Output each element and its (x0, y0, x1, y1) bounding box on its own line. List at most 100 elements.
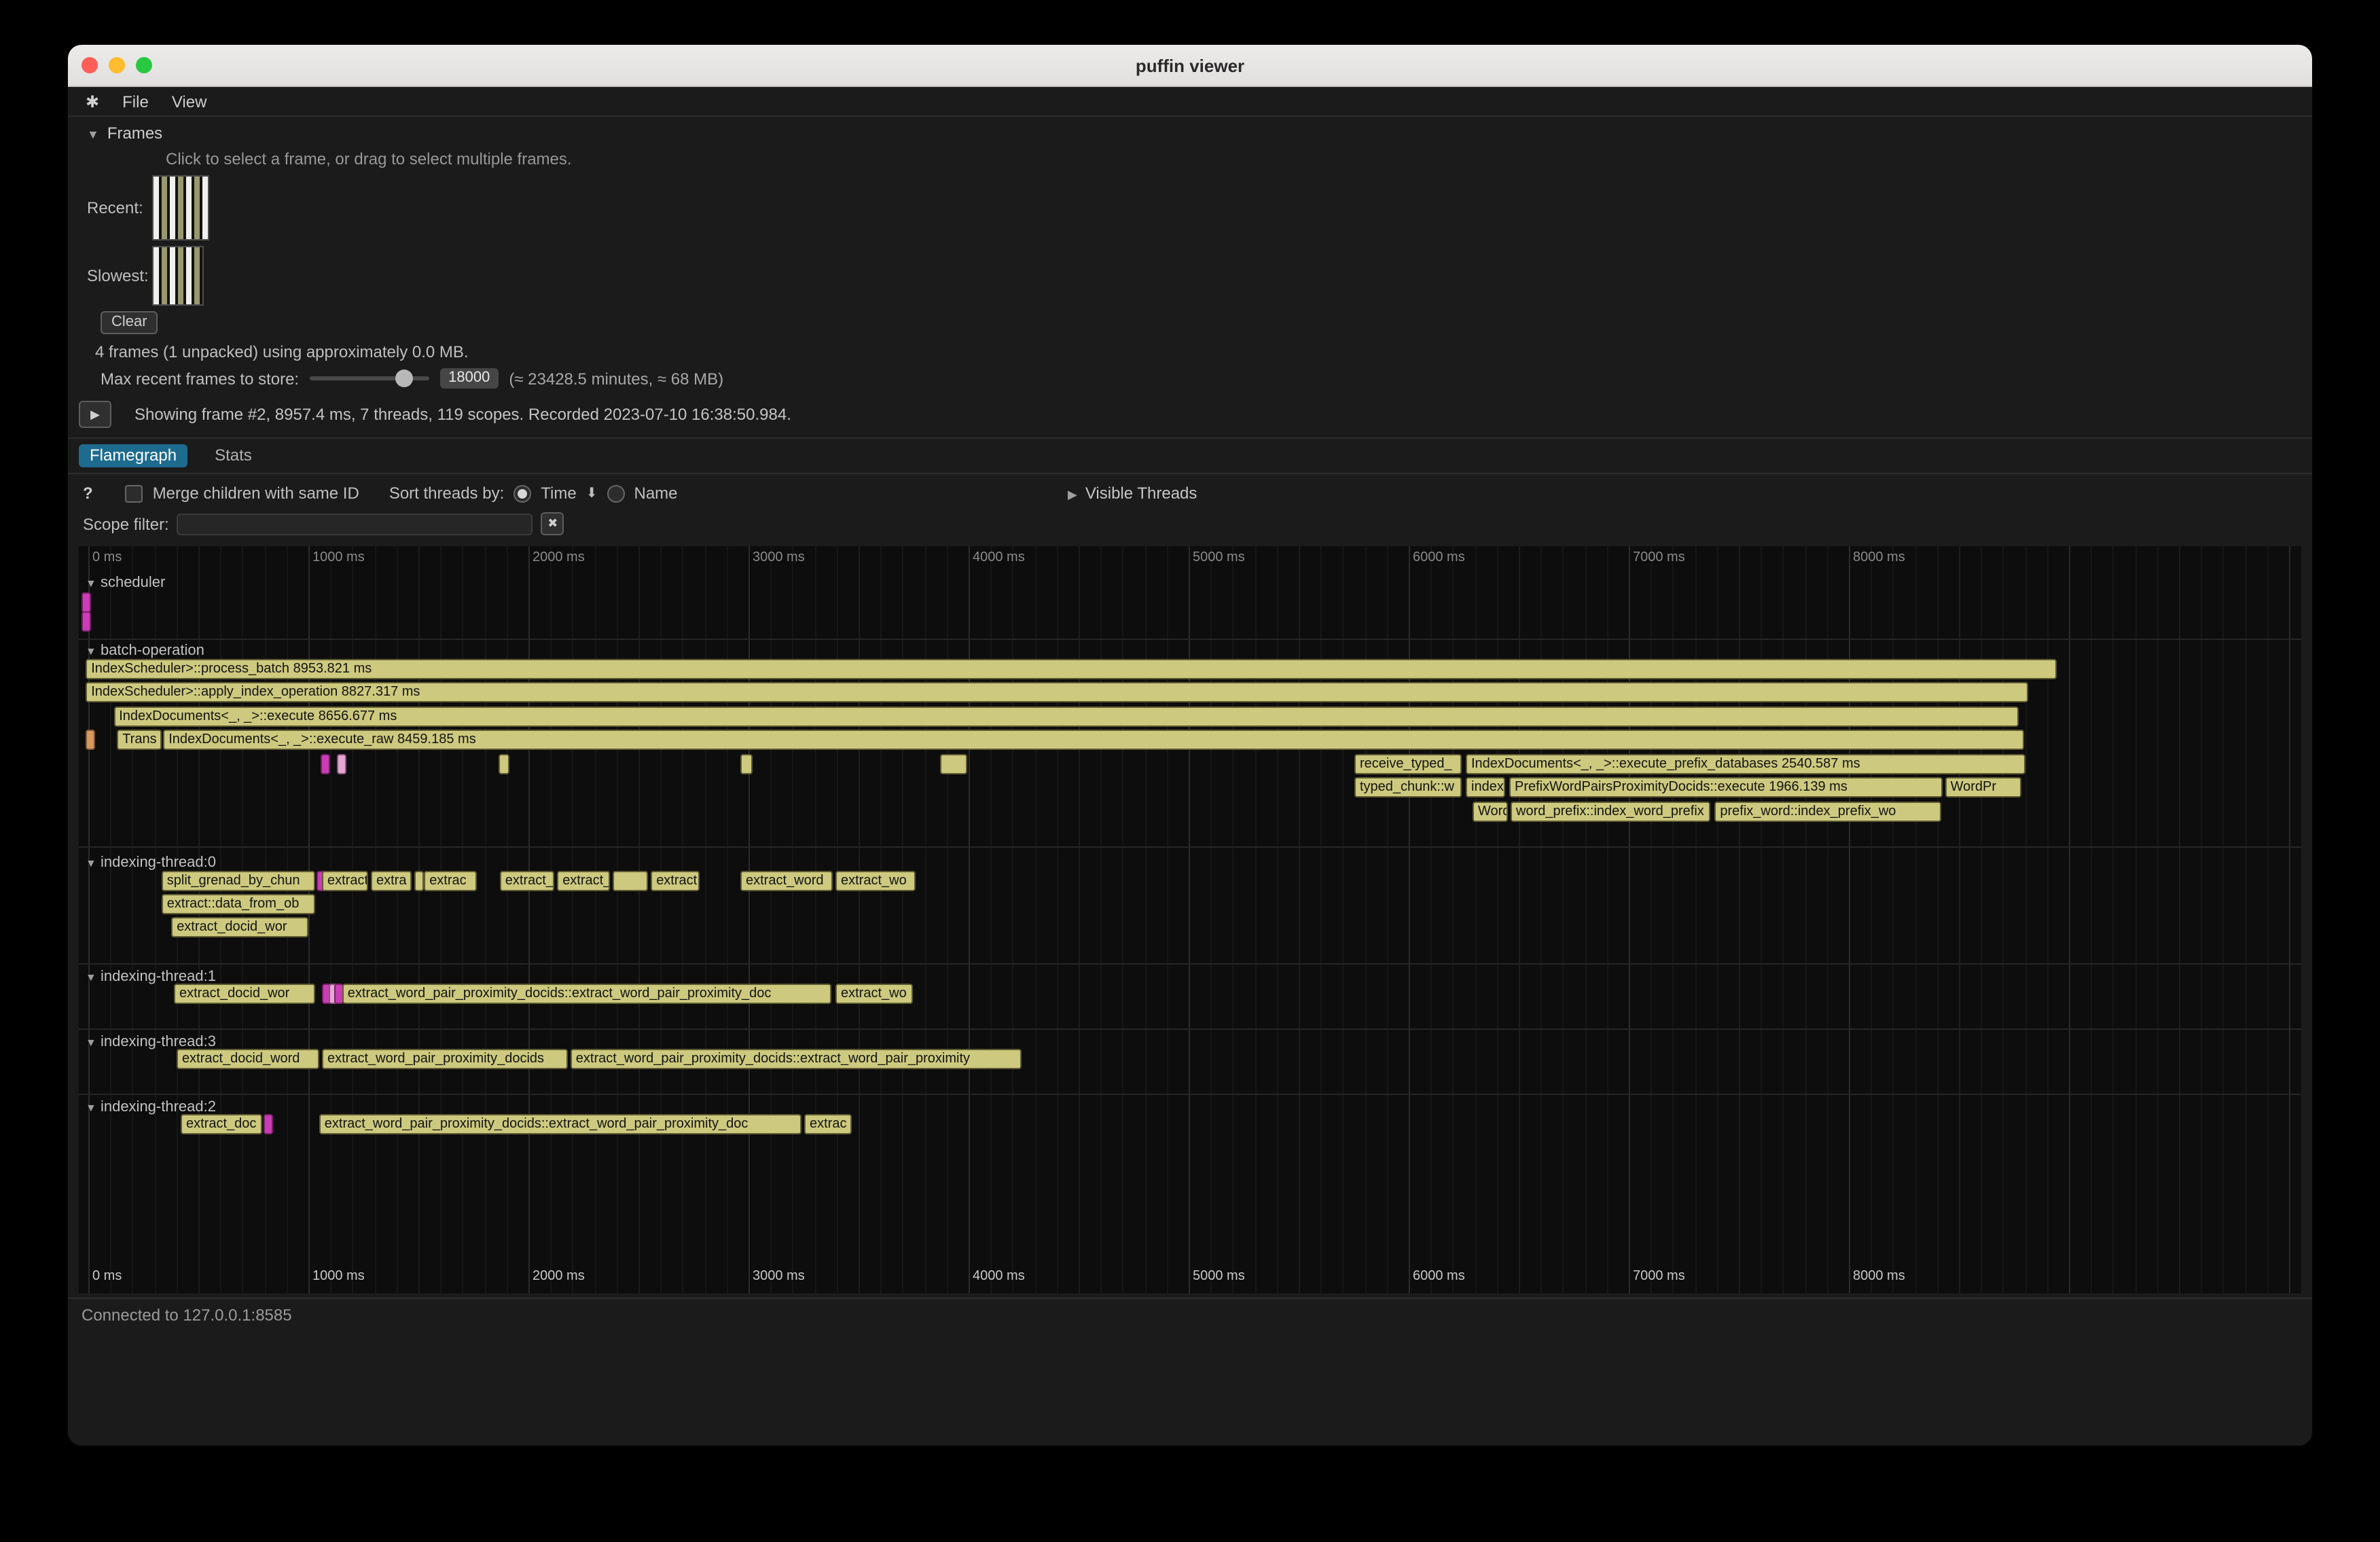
scope-bar[interactable]: Trans (117, 730, 162, 750)
gridline (704, 546, 706, 1293)
scope-bar[interactable]: IndexScheduler>::process_batch 8953.821 … (86, 659, 2056, 679)
gridline (859, 546, 860, 1293)
scope-bar[interactable] (613, 871, 648, 891)
frames-section-header[interactable]: ▼ Frames (87, 124, 2301, 143)
gridline (1409, 546, 1410, 1293)
theme-toggle-icon[interactable]: ✱ (86, 92, 99, 111)
scope-bar[interactable] (82, 592, 91, 613)
scope-bar[interactable] (499, 754, 509, 774)
thread-label-indexing-thread:1[interactable]: ▼ indexing-thread:1 (86, 969, 216, 985)
scope-bar[interactable]: extract (322, 871, 368, 891)
scope-bar[interactable]: extract_docid_word (177, 1049, 319, 1069)
scope-bar[interactable] (414, 871, 424, 891)
tab-stats[interactable]: Stats (204, 444, 263, 467)
expand-triangle-icon: ▶ (1068, 488, 1077, 503)
clear-filter-button[interactable]: ✖ (541, 512, 564, 535)
play-button[interactable]: ▶ (79, 401, 111, 428)
scope-bar[interactable]: extract_word (740, 871, 833, 891)
flamegraph-canvas[interactable]: 0 ms0 ms1000 ms1000 ms2000 ms2000 ms3000… (79, 546, 2301, 1293)
scope-bar[interactable]: extract_word_pair_proximity_docids (322, 1049, 568, 1069)
merge-children-checkbox[interactable] (126, 484, 143, 502)
scope-filter-input[interactable] (177, 513, 533, 535)
scope-bar[interactable]: extrac (804, 1114, 852, 1134)
flamegraph-controls: ? Merge children with same ID Sort threa… (68, 474, 2312, 505)
gridline (1937, 546, 1939, 1293)
scope-bar[interactable]: extract_wo (835, 871, 916, 891)
recent-frames-thumbnail[interactable] (152, 175, 209, 240)
scope-bar[interactable]: extract_ (557, 871, 610, 891)
tab-flamegraph[interactable]: Flamegraph (79, 444, 187, 467)
gridline (1210, 546, 1212, 1293)
scope-bar[interactable]: split_grenad_by_chun (162, 871, 315, 891)
scope-bar[interactable] (940, 754, 967, 774)
close-window-button[interactable] (82, 57, 98, 73)
scope-bar[interactable]: extract::data_from_ob (162, 894, 315, 914)
scope-bar[interactable]: extra (371, 871, 412, 891)
max-frames-slider[interactable] (310, 370, 429, 387)
gridline (330, 546, 331, 1293)
thread-label-indexing-thread:0[interactable]: ▼ indexing-thread:0 (86, 855, 216, 871)
max-frames-value[interactable]: 18000 (440, 368, 498, 389)
gridline (1585, 546, 1586, 1293)
scope-bar[interactable]: IndexDocuments<_, _>::execute 8656.677 m… (113, 706, 2019, 727)
scope-bar[interactable]: WordPr (1945, 777, 2021, 797)
scope-bar[interactable]: IndexScheduler>::apply_index_operation 8… (86, 682, 2028, 702)
thread-name: indexing-thread:1 (96, 969, 216, 985)
scope-bar[interactable]: extract_ (500, 871, 554, 891)
gridline (1563, 546, 1564, 1293)
sort-by-time-radio[interactable] (513, 484, 531, 502)
scope-bar[interactable]: extract_word_pair_proximity_docids::extr… (571, 1049, 1022, 1069)
thread-label-batch-operation[interactable]: ▼ batch-operation (86, 643, 204, 659)
slowest-frames-thumbnail[interactable] (152, 246, 204, 306)
scope-bar[interactable] (82, 611, 91, 632)
gridline (1123, 546, 1124, 1293)
scope-bar[interactable]: receive_typed_ (1354, 754, 1462, 774)
scope-bar[interactable]: PrefixWordPairsProximityDocids::execute … (1509, 777, 1942, 797)
scope-bar[interactable]: prefix_word::index_prefix_wo (1714, 802, 1941, 822)
scope-bar[interactable]: extract_wo (835, 984, 913, 1004)
scope-bar[interactable]: typed_chunk::w (1354, 777, 1462, 797)
slowest-label: Slowest: (87, 266, 152, 285)
scope-bar[interactable]: extract (651, 871, 700, 891)
menu-file[interactable]: File (122, 92, 149, 111)
scope-bar[interactable]: extract_docid_wor (171, 917, 308, 937)
minimize-window-button[interactable] (109, 57, 125, 73)
scope-bar[interactable]: word_prefix::index_word_prefix (1511, 802, 1710, 822)
scope-bar[interactable] (321, 754, 330, 774)
scope-bar[interactable]: Word (1473, 802, 1508, 822)
gridline (528, 546, 530, 1293)
scope-bar[interactable]: extract_doc (181, 1114, 262, 1134)
gridline (1453, 546, 1454, 1293)
thread-label-indexing-thread:3[interactable]: ▼ indexing-thread:3 (86, 1034, 216, 1050)
gridline (2047, 546, 2049, 1293)
scope-bar[interactable]: IndexDocuments<_, _>::execute_prefix_dat… (1466, 754, 2025, 774)
gridline (1629, 546, 1630, 1293)
time-tick-label: 2000 ms (533, 1269, 585, 1284)
scope-bar[interactable]: extract_word_pair_proximity_docids::extr… (319, 1114, 801, 1134)
gridline (374, 546, 376, 1293)
thread-label-indexing-thread:2[interactable]: ▼ indexing-thread:2 (86, 1099, 216, 1115)
scope-bar[interactable]: extrac (424, 871, 477, 891)
slider-knob[interactable] (395, 370, 413, 387)
visible-threads-toggle[interactable]: ▶ Visible Threads (1068, 484, 1197, 503)
help-button[interactable]: ? (83, 484, 93, 503)
scope-bar[interactable] (337, 754, 346, 774)
scope-bar[interactable]: extract_docid_wor (174, 984, 315, 1004)
menu-view[interactable]: View (172, 92, 207, 111)
scope-bar[interactable] (264, 1114, 273, 1134)
thread-name: indexing-thread:0 (96, 855, 216, 871)
gridline (1959, 546, 1960, 1293)
scope-bar[interactable]: index (1466, 777, 1505, 797)
scope-bar[interactable] (740, 754, 753, 774)
thread-separator (79, 639, 2301, 640)
zoom-window-button[interactable] (136, 57, 152, 73)
gridline (353, 546, 354, 1293)
thread-separator (79, 1094, 2301, 1095)
thread-label-scheduler[interactable]: ▼ scheduler (86, 575, 165, 591)
scope-bar[interactable]: extract_word_pair_proximity_docids::extr… (342, 984, 831, 1004)
sort-by-name-radio[interactable] (607, 484, 625, 502)
scope-bar[interactable]: IndexDocuments<_, _>::execute_raw 8459.1… (163, 730, 2025, 750)
time-tick-label: 6000 ms (1413, 550, 1465, 565)
scope-bar[interactable] (86, 730, 95, 750)
clear-button[interactable]: Clear (101, 311, 158, 334)
